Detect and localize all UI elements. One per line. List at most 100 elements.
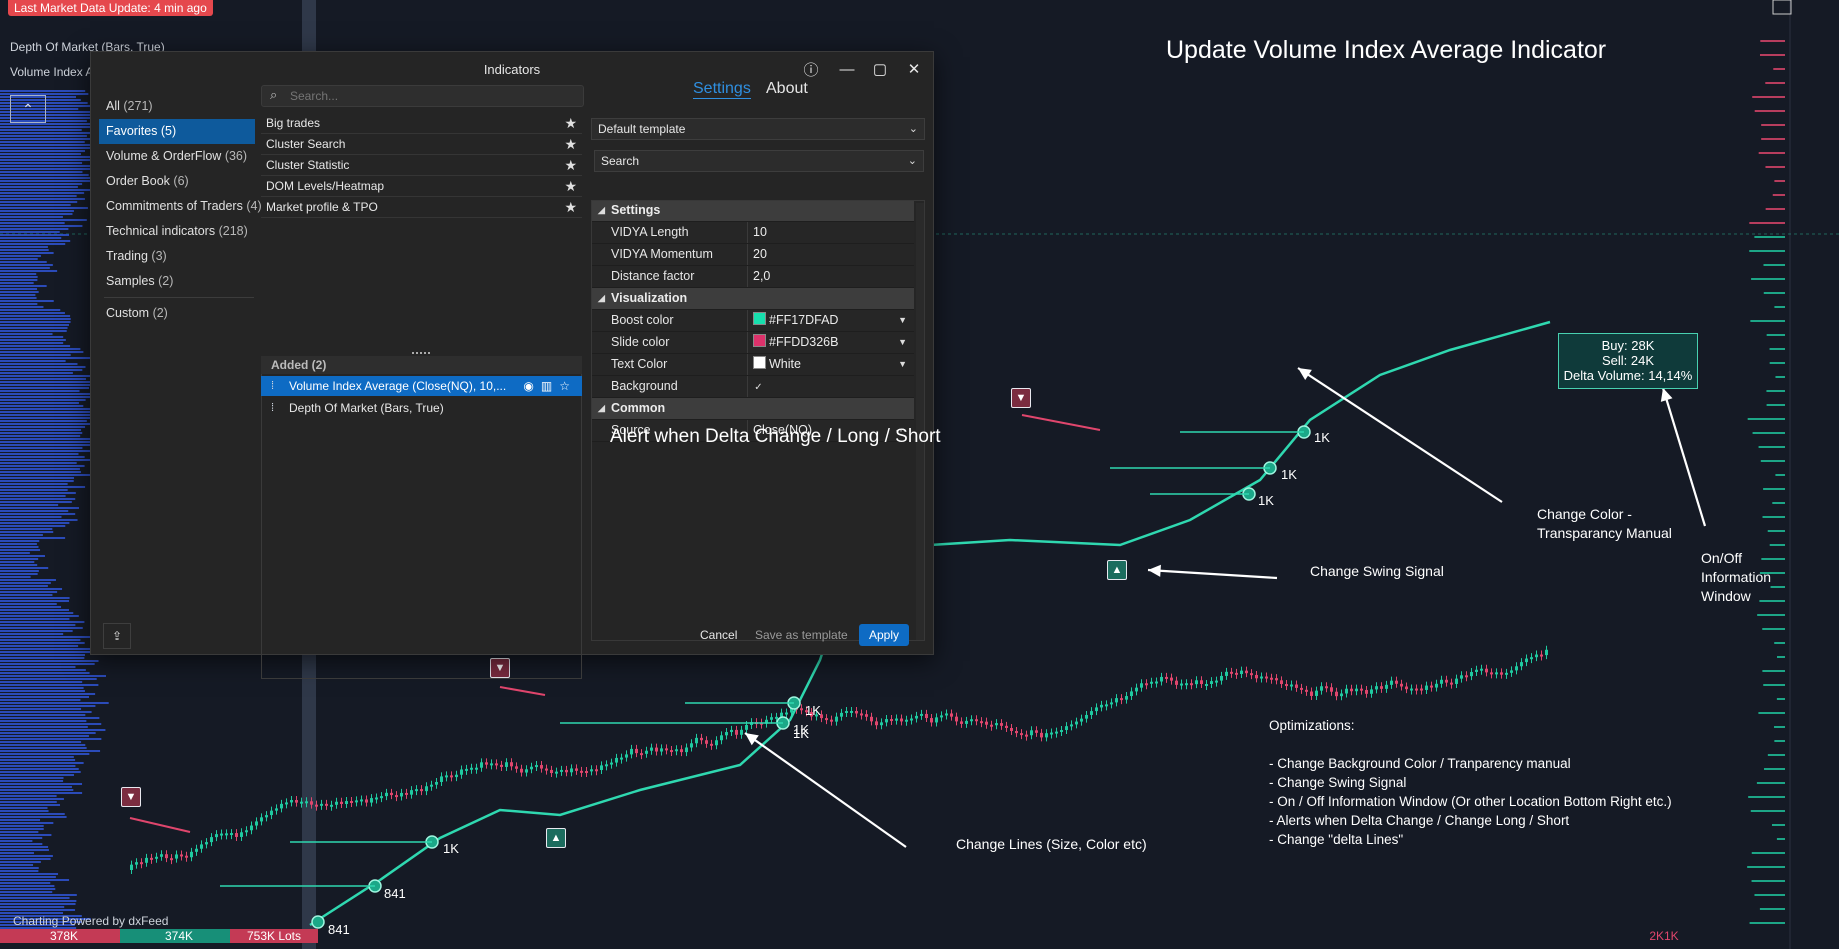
volume-profile-bar <box>0 558 39 560</box>
tab-about[interactable]: About <box>766 80 808 98</box>
candle-body <box>1495 672 1498 675</box>
group-settings[interactable]: ◢ Settings <box>591 200 914 222</box>
volume-profile-bar <box>0 822 54 824</box>
drag-handle-icon[interactable]: ⁞ <box>271 398 274 418</box>
prop-distance-factor[interactable]: Distance factor 2,0 <box>591 266 914 288</box>
background-checkbox[interactable]: ✓ <box>747 376 914 397</box>
scrollbar[interactable] <box>916 203 925 641</box>
candle-body <box>245 830 248 833</box>
category-trading[interactable]: Trading (3) <box>99 244 255 269</box>
checkmark-icon[interactable]: ✓ <box>753 382 764 393</box>
settings-search-select[interactable]: Search ⌄ <box>594 150 924 172</box>
legend-volume-index[interactable]: Volume Index A <box>10 65 93 79</box>
prop-value-input[interactable]: 10 <box>747 222 914 243</box>
category-custom[interactable]: Custom (2) <box>99 301 255 326</box>
category-all[interactable]: All (271) <box>99 94 255 119</box>
collapse-triangle-icon[interactable]: ◢ <box>598 200 605 221</box>
group-visualization[interactable]: ◢ Visualization <box>591 288 914 310</box>
group-common[interactable]: ◢ Common <box>591 398 914 420</box>
dom-level-bar <box>1758 152 1785 154</box>
prop-vidya-momentum[interactable]: VIDYA Momentum 20 <box>591 244 914 266</box>
candle-body <box>1445 679 1448 683</box>
list-item[interactable]: Cluster Search ★ <box>261 134 582 155</box>
eye-icon[interactable]: ◉ <box>523 379 540 393</box>
category-favorites[interactable]: Favorites (5) <box>99 119 255 144</box>
color-picker[interactable]: White ▼ <box>747 354 914 375</box>
category-volume-orderflow[interactable]: Volume & OrderFlow (36) <box>99 144 255 169</box>
star-outline-icon[interactable]: ☆ <box>559 379 577 393</box>
help-icon[interactable]: ⓘ <box>799 58 823 80</box>
dropdown-arrow-icon[interactable]: ▼ <box>898 310 907 331</box>
dropdown-arrow-icon[interactable]: ▼ <box>898 332 907 353</box>
prop-vidya-length[interactable]: VIDYA Length 10 <box>591 222 914 244</box>
volume-profile-bar <box>0 759 76 761</box>
star-icon[interactable]: ★ <box>564 134 577 154</box>
prop-boost-color[interactable]: Boost color #FF17DFAD ▼ <box>591 310 914 332</box>
candle-body <box>220 833 223 836</box>
prop-slide-color[interactable]: Slide color #FFDD326B ▼ <box>591 332 914 354</box>
dom-level-bar <box>1776 656 1785 658</box>
candle-body <box>1235 672 1238 675</box>
volume-profile-bar <box>0 420 87 422</box>
star-icon[interactable]: ★ <box>564 113 577 133</box>
star-icon[interactable]: ★ <box>564 197 577 217</box>
template-select[interactable]: Default template ⌄ <box>591 118 925 140</box>
drag-handle-icon[interactable]: ⁞ <box>271 376 274 396</box>
added-indicator-row[interactable]: ⁞ Volume Index Average (Close(NQ), 10,..… <box>261 376 582 396</box>
export-icon[interactable]: ⇪ <box>103 623 131 649</box>
star-icon[interactable]: ★ <box>564 176 577 196</box>
candle-body <box>955 716 958 722</box>
minimize-icon[interactable]: — <box>835 58 859 80</box>
added-indicator-row[interactable]: ⁞ Depth Of Market (Bars, True) <box>261 398 582 418</box>
volume-profile-bar <box>0 735 89 737</box>
category-count: (2) <box>158 274 174 288</box>
volume-profile-bar <box>0 861 41 863</box>
category-samples[interactable]: Samples (2) <box>99 269 255 294</box>
color-picker[interactable]: #FF17DFAD ▼ <box>747 310 914 331</box>
prop-value-input[interactable]: 2,0 <box>747 266 914 287</box>
list-item[interactable]: DOM Levels/Heatmap ★ <box>261 176 582 197</box>
collapse-triangle-icon[interactable]: ◢ <box>598 288 605 309</box>
dropdown-arrow-icon[interactable]: ▼ <box>898 354 907 375</box>
collapse-legend-button[interactable]: ⌃ <box>10 95 46 123</box>
volume-profile-bar <box>0 534 43 536</box>
indicator-search[interactable]: ⌕ <box>261 85 584 107</box>
candle-body <box>1265 676 1268 679</box>
volume-profile-bar <box>0 348 81 350</box>
list-item[interactable]: Market profile & TPO ★ <box>261 197 582 218</box>
volume-profile-bar <box>0 153 82 155</box>
close-icon[interactable]: ✕ <box>902 58 926 80</box>
volume-profile-bar <box>0 378 86 380</box>
list-item[interactable]: Big trades ★ <box>261 113 582 134</box>
trash-icon[interactable]: ▥ <box>541 379 559 393</box>
category-order-book[interactable]: Order Book (6) <box>99 169 255 194</box>
prop-background[interactable]: Background ✓ <box>591 376 914 398</box>
category-cot[interactable]: Commitments of Traders (4) <box>99 194 262 219</box>
star-icon[interactable]: ★ <box>564 155 577 175</box>
candle-body <box>1195 680 1198 685</box>
volume-profile-bar <box>0 777 64 779</box>
volume-profile-bar <box>0 819 41 821</box>
prop-text-color[interactable]: Text Color White ▼ <box>591 354 914 376</box>
panel-splitter[interactable] <box>261 345 582 354</box>
candle-body <box>1425 685 1428 690</box>
candle-body <box>1255 674 1258 679</box>
collapse-triangle-icon[interactable]: ◢ <box>598 398 605 419</box>
color-picker[interactable]: #FFDD326B ▼ <box>747 332 914 353</box>
candle-body <box>1170 677 1173 681</box>
save-template-button[interactable]: Save as template <box>745 624 858 646</box>
candle-body <box>1105 704 1108 707</box>
tab-settings[interactable]: Settings <box>693 80 751 99</box>
maximize-icon[interactable]: ▢ <box>868 58 892 80</box>
volume-profile-bar <box>0 609 69 611</box>
volume-profile-bar <box>0 642 85 644</box>
apply-button[interactable]: Apply <box>859 624 910 646</box>
candle-body <box>1300 687 1303 690</box>
cancel-button[interactable]: Cancel <box>690 624 747 646</box>
prop-value-input[interactable]: 20 <box>747 244 914 265</box>
dom-level-bar <box>1749 250 1785 252</box>
candle-body <box>280 803 283 809</box>
category-technical[interactable]: Technical indicators (218) <box>99 219 255 244</box>
search-input[interactable] <box>288 88 572 104</box>
list-item[interactable]: Cluster Statistic ★ <box>261 155 582 176</box>
